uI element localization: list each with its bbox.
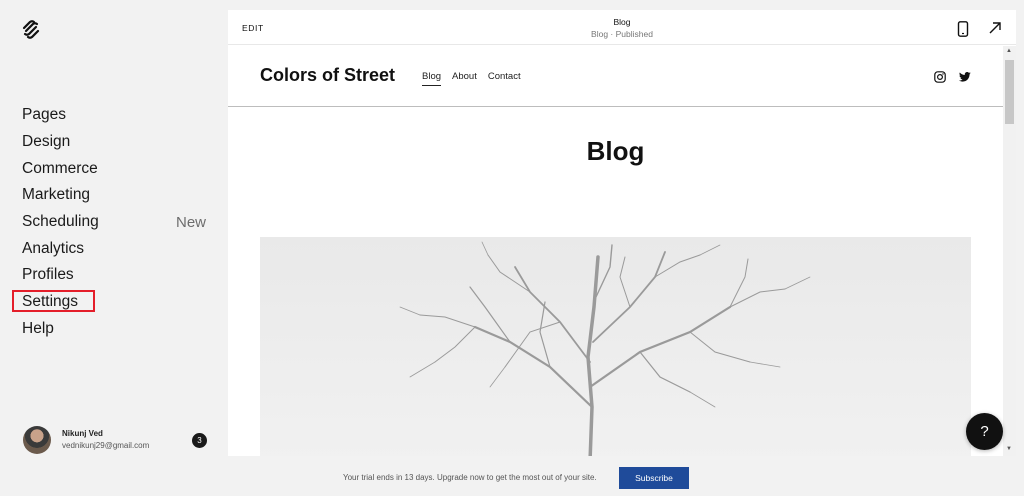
open-external-icon[interactable] [988,21,1002,35]
scroll-down-icon[interactable]: ▼ [1006,446,1012,452]
preview-scrollbar[interactable]: ▲ ▼ [1003,46,1016,456]
sidebar-item-pages[interactable]: Pages [22,102,212,129]
site-nav-blog[interactable]: Blog [422,71,442,86]
editor-topbar: EDIT Blog Blog · Published [228,10,1016,45]
site-nav-contact[interactable]: Contact [488,71,521,86]
site-header: Colors of Street Blog About Contact [228,46,1003,107]
page-status: Blog · Published [591,29,653,39]
hero-image [260,237,971,456]
sidebar-item-label: Pages [22,106,66,124]
editor-panel: EDIT Blog Blog · Published Colors of Str… [228,10,1016,456]
sidebar-item-label: Design [22,133,71,151]
sidebar-item-design[interactable]: Design [22,129,212,156]
sidebar-item-label: Profiles [22,266,74,284]
squarespace-logo-icon[interactable] [21,19,41,39]
twitter-icon[interactable] [959,71,971,83]
sidebar-item-analytics[interactable]: Analytics [22,235,212,262]
sidebar: Pages Design Commerce Marketing Scheduli… [0,0,228,496]
page-title: Blog [613,17,631,27]
user-name: Nikunj Ved [62,429,103,438]
scroll-thumb[interactable] [1005,60,1014,124]
avatar[interactable] [23,426,51,454]
site-preview: Colors of Street Blog About Contact Blog [228,46,1003,456]
notification-badge[interactable]: 3 [192,433,207,448]
sidebar-item-help[interactable]: Help [22,316,212,343]
settings-highlight-box [12,290,95,312]
help-button[interactable]: ? [966,413,1003,450]
bare-tree-illustration [399,241,811,456]
mobile-preview-icon[interactable] [957,21,969,37]
sidebar-item-scheduling[interactable]: Scheduling New [22,209,212,236]
sidebar-item-label: Scheduling [22,213,99,231]
new-badge: New [175,213,206,231]
site-title[interactable]: Colors of Street [260,65,395,86]
blog-heading: Blog [586,136,645,166]
subscribe-button[interactable]: Subscribe [619,467,689,489]
site-nav-about[interactable]: About [452,71,477,86]
site-nav: Blog About Contact [422,71,521,86]
sidebar-item-label: Analytics [22,239,85,257]
sidebar-item-marketing[interactable]: Marketing [22,182,212,209]
sidebar-item-label: Commerce [22,159,98,177]
sidebar-item-profiles[interactable]: Profiles [22,262,212,289]
sidebar-item-label: Help [22,319,54,337]
user-email: vednikunj29@gmail.com [62,441,150,450]
sidebar-item-commerce[interactable]: Commerce [22,155,212,182]
sidebar-item-label: Marketing [22,186,91,204]
instagram-icon[interactable] [934,71,946,83]
user-account[interactable]: Nikunj Ved vednikunj29@gmail.com 3 [23,425,213,457]
trial-message: Your trial ends in 13 days. Upgrade now … [343,473,597,482]
scroll-up-icon[interactable]: ▲ [1006,48,1012,54]
